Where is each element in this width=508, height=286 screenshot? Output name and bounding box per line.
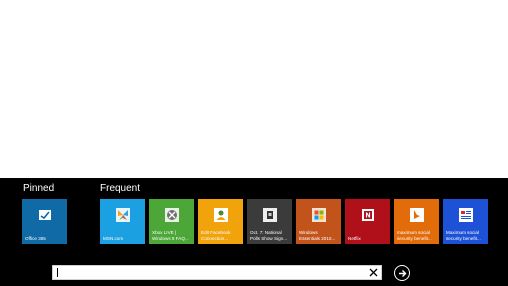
frequent-tile-national-polls[interactable]: Oct. 7: National Polls Show Sign... [247,199,292,244]
windows-logo-icon [311,207,327,223]
tile-label: Oct. 7: National Polls Show Sign... [250,230,288,241]
msn-butterfly-icon [115,207,131,223]
bing-icon [409,207,425,223]
frequent-tile-social-security-doc[interactable]: Maximum social security benefit... [443,199,488,244]
frequent-tile-xbox[interactable]: Xbox LIVE | Windows 8 FAQ... [149,199,194,244]
address-input[interactable] [56,267,356,278]
tile-label: MSN.com [103,235,124,241]
page-content-area [0,0,508,178]
tile-label: Netflix [348,235,361,241]
windows-live-icon [213,207,229,223]
tile-label: maximum social security benefit... [397,230,432,241]
pinned-tiles: Office 365 [22,199,67,244]
address-bar[interactable] [52,265,382,280]
go-button[interactable] [394,265,410,281]
frequent-tile-facebook-connection[interactable]: Edit Facebook Connection... [198,199,243,244]
pinned-tile-office-365[interactable]: Office 365 [22,199,67,244]
netflix-icon [360,207,376,223]
address-app-bar: Pinned Frequent Office 365 MSN.com Xbox … [0,178,508,286]
pinned-section-label: Pinned [23,183,55,194]
arrow-right-icon [398,269,407,278]
text-caret [57,268,58,277]
document-icon [458,207,474,223]
tile-label: Maximum social security benefit... [446,230,481,241]
office-365-icon [37,207,53,223]
close-icon [369,268,378,277]
frequent-tile-netflix[interactable]: Netflix [345,199,390,244]
tile-label: Xbox LIVE | Windows 8 FAQ... [152,230,189,241]
frequent-tiles: MSN.com Xbox LIVE | Windows 8 FAQ... Edi… [100,199,488,244]
frequent-tile-social-security-bing[interactable]: maximum social security benefit... [394,199,439,244]
frequent-tile-windows-essentials[interactable]: Windows Essentials 2010... [296,199,341,244]
clear-button[interactable] [367,266,379,279]
tile-label: Windows Essentials 2010... [299,230,336,241]
frequent-section-label: Frequent [100,183,141,194]
frequent-tile-msn[interactable]: MSN.com [100,199,145,244]
xbox-icon [164,207,180,223]
tile-label: Office 365 [25,235,46,241]
tile-label: Edit Facebook Connection... [201,230,231,241]
news-icon [262,207,278,223]
